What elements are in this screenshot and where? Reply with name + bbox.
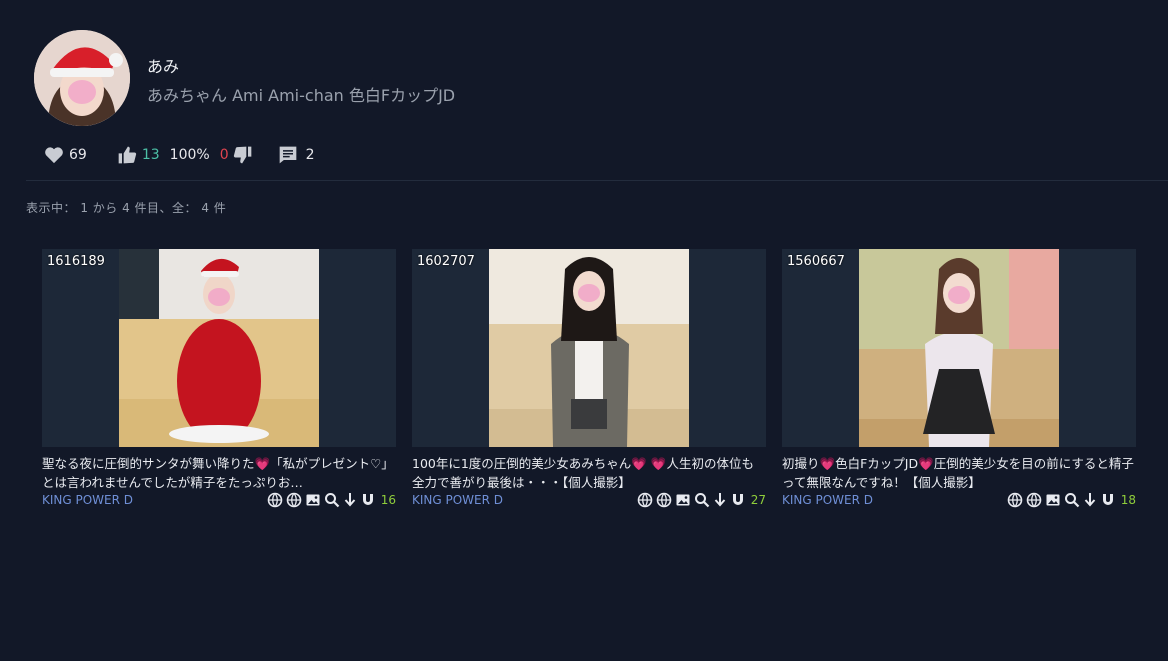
thumbnail-image — [119, 249, 319, 447]
thumbnail-image — [859, 249, 1059, 447]
thumbnail-image — [489, 249, 689, 447]
studio-link[interactable]: KING POWER D — [42, 493, 133, 507]
video-thumbnail[interactable]: 1602707 — [412, 249, 766, 447]
heart-emoji: 💗 — [254, 456, 271, 471]
thumbs-up-count: 13 — [141, 147, 160, 163]
comment-icon[interactable] — [278, 145, 298, 165]
heart-icon[interactable] — [44, 146, 64, 164]
video-title[interactable]: 100年に1度の圧倒的美少女あみちゃん💗 💗人生初の体位も全力で善がり最後は・・… — [412, 454, 766, 492]
heart-emoji: 💗 — [631, 456, 647, 471]
search-icon[interactable] — [1064, 492, 1080, 508]
studio-link[interactable]: KING POWER D — [782, 493, 873, 507]
globe-icon[interactable] — [656, 492, 672, 508]
search-icon[interactable] — [694, 492, 710, 508]
thumbs-up-icon[interactable] — [117, 145, 137, 165]
card-meta: KING POWER D 27 — [412, 492, 766, 510]
page: { "profile": { "name": "あみ", "descriptio… — [0, 0, 1168, 661]
globe-icon[interactable] — [637, 492, 653, 508]
globe-icon[interactable] — [286, 492, 302, 508]
seeders-count: 16 — [380, 493, 396, 507]
globe-icon[interactable] — [1026, 492, 1042, 508]
video-card[interactable]: 1560667 初撮り💗色白FカップJD💗圧倒的美少女を目の前にすると精子って無… — [782, 249, 1136, 510]
download-icon[interactable] — [713, 492, 727, 508]
video-title[interactable]: 初撮り💗色白FカップJD💗圧倒的美少女を目の前にすると精子って無限なんですね！【… — [782, 454, 1136, 492]
likes-count: 69 — [69, 147, 87, 163]
image-icon[interactable] — [675, 492, 691, 508]
globe-icon[interactable] — [1007, 492, 1023, 508]
heart-emoji: 💗 — [650, 456, 667, 471]
search-icon[interactable] — [324, 492, 340, 508]
thumbs-down-icon[interactable] — [233, 145, 253, 165]
magnet-icon[interactable] — [360, 492, 376, 508]
video-id: 1616189 — [47, 254, 105, 269]
heart-emoji: 💗 — [918, 456, 934, 471]
divider — [26, 180, 1168, 181]
video-id: 1560667 — [787, 254, 845, 269]
results-summary: 表示中： 1 から 4 件目、全： 4 件 — [26, 201, 227, 215]
globe-icon[interactable] — [267, 492, 283, 508]
video-thumbnail[interactable]: 1560667 — [782, 249, 1136, 447]
profile-name: あみ — [147, 57, 180, 76]
studio-link[interactable]: KING POWER D — [412, 493, 503, 507]
heart-emoji: 💗 — [819, 456, 836, 471]
video-card[interactable]: 1602707 100年に1度の圧倒的美少女あみちゃん💗 💗人生初の体位も全力で… — [412, 249, 766, 510]
profile-avatar[interactable] — [34, 30, 130, 126]
profile-description: あみちゃん Ami Ami-chan 色白FカップJD — [147, 86, 456, 105]
video-id: 1602707 — [417, 254, 475, 269]
download-icon[interactable] — [1083, 492, 1097, 508]
card-meta: KING POWER D 18 — [782, 492, 1136, 510]
video-title[interactable]: 聖なる夜に圧倒的サンタが舞い降りた💗「私がプレゼント♡」とは言われませんでしたが… — [42, 454, 396, 492]
video-thumbnail[interactable]: 1616189 — [42, 249, 396, 447]
card-actions: 16 — [267, 492, 396, 508]
stats-bar: 69 13 100% 0 2 — [44, 143, 315, 167]
seeders-count: 27 — [750, 493, 766, 507]
download-icon[interactable] — [343, 492, 357, 508]
video-card[interactable]: 1616189 聖なる夜に圧倒的サンタが舞い降りた💗「私がプレゼント♡」とは言わ… — [42, 249, 396, 510]
card-actions: 18 — [1007, 492, 1136, 508]
image-icon[interactable] — [305, 492, 321, 508]
card-meta: KING POWER D 16 — [42, 492, 396, 510]
magnet-icon[interactable] — [1100, 492, 1116, 508]
image-icon[interactable] — [1045, 492, 1061, 508]
rating-percent: 100% — [169, 147, 210, 163]
thumbs-down-count: 0 — [219, 147, 229, 163]
card-actions: 27 — [637, 492, 766, 508]
comments-count: 2 — [305, 147, 315, 163]
seeders-count: 18 — [1120, 493, 1136, 507]
magnet-icon[interactable] — [730, 492, 746, 508]
